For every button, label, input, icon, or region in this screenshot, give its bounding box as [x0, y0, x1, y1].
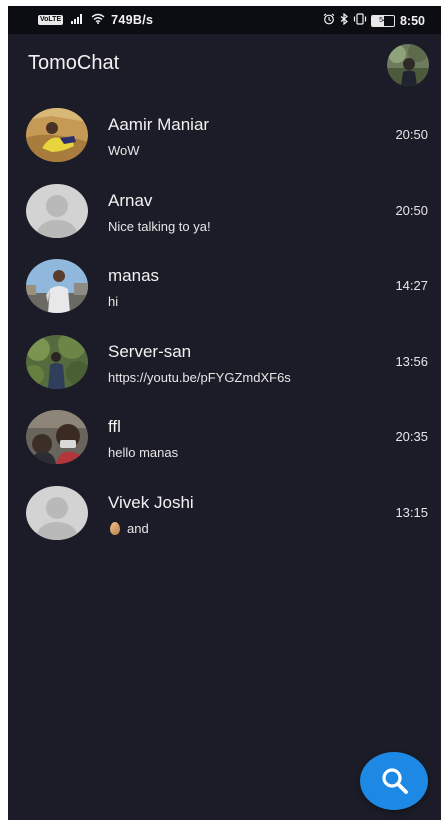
contact-name: Server-san: [108, 341, 192, 361]
message-time: 13:15: [395, 504, 428, 520]
default-avatar-icon: [26, 485, 88, 540]
message-preview-text: hello manas: [108, 445, 179, 460]
alarm-icon: [323, 13, 335, 28]
chat-list-item[interactable]: ffl hello manas 20:35: [8, 398, 441, 474]
signal-icon: [71, 13, 85, 27]
message-time: 20:35: [395, 429, 428, 444]
search-fab-button[interactable]: [360, 752, 428, 810]
battery-icon: 54: [370, 14, 395, 27]
status-clock: 8:50: [399, 13, 425, 28]
default-avatar-icon: [26, 183, 88, 238]
network-speed: 749B/s: [111, 13, 154, 27]
message-preview: hello manas: [108, 445, 178, 460]
status-bar: VoLTE 749B/s 54 8:50: [8, 6, 441, 34]
contact-name: manas: [108, 266, 160, 285]
app-screen: VoLTE 749B/s 54 8:50 TomoChat Aamir Mani…: [8, 6, 441, 820]
egg-emoji-icon: [110, 521, 120, 535]
message-time: 20:50: [395, 202, 428, 218]
search-icon: [382, 768, 408, 794]
chat-list-item[interactable]: Arnav Nice talking to ya! 20:50: [8, 172, 441, 248]
contact-avatar: [26, 334, 88, 389]
chat-list-item[interactable]: Vivek Joshi and 13:15: [8, 474, 441, 550]
wifi-icon: [91, 13, 105, 27]
bluetooth-icon: [339, 12, 349, 28]
volte-badge: VoLTE: [38, 15, 64, 25]
message-preview-text: hi: [108, 294, 119, 309]
message-preview: Nice talking to ya!: [108, 219, 211, 234]
message-preview: and: [108, 521, 149, 536]
chat-list: Aamir Maniar WoW 20:50 Arnav Nice talkin…: [8, 96, 441, 549]
contact-name: Vivek Joshi: [108, 492, 194, 512]
message-preview-link: https://youtu.be/pFYGZmdXF6s: [108, 369, 291, 385]
message-preview-text: and: [127, 520, 149, 536]
contact-avatar: [26, 410, 88, 464]
message-preview: hi: [108, 294, 118, 309]
status-bar-left: VoLTE 749B/s: [38, 13, 153, 27]
chat-list-item[interactable]: Aamir Maniar WoW 20:50: [8, 96, 441, 172]
status-bar-right: 54 8:50: [323, 12, 425, 28]
app-bar: TomoChat: [8, 34, 441, 96]
message-preview-text: WoW: [108, 143, 140, 158]
contact-name: Aamir Maniar: [108, 115, 210, 134]
app-title: TomoChat: [28, 52, 120, 74]
message-preview-text: Nice talking to ya!: [108, 218, 211, 234]
chat-list-item[interactable]: manas hi 14:27: [8, 247, 441, 323]
battery-level: 54: [379, 16, 387, 24]
profile-avatar[interactable]: [387, 44, 429, 86]
message-preview: https://youtu.be/pFYGZmdXF6s: [108, 370, 291, 385]
contact-avatar: [26, 108, 88, 162]
contact-name: Arnav: [108, 190, 153, 210]
message-time: 13:56: [395, 353, 428, 369]
message-time: 20:50: [395, 127, 428, 142]
message-preview: WoW: [108, 143, 140, 158]
contact-name: ffl: [108, 417, 121, 436]
message-time: 14:27: [395, 278, 428, 293]
chat-list-item[interactable]: Server-san https://youtu.be/pFYGZmdXF6s …: [8, 323, 441, 399]
vibrate-icon: [353, 13, 367, 28]
contact-avatar: [26, 259, 88, 313]
